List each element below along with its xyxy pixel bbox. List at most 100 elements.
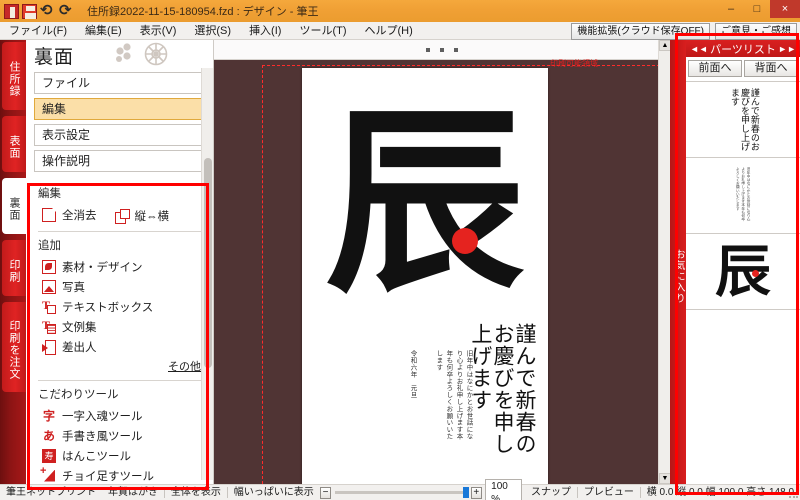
document-icon[interactable]: [4, 3, 19, 19]
close-button[interactable]: ×: [770, 0, 800, 18]
menu-right-buttons: 機能拡張(クラウド保存OFF) ご意見・ご感想: [571, 23, 797, 40]
parts-list-panel: ◄◄ パーツリスト ►► 前面へ 背面へ 謹んで新春のお慶びを申し上げます 旧年…: [686, 40, 800, 484]
menu-select[interactable]: 選択(S): [185, 22, 240, 40]
handle-dot-icon: [440, 47, 444, 52]
resize-grip-icon[interactable]: [788, 489, 798, 499]
bring-to-front-button[interactable]: 前面へ: [688, 60, 742, 77]
tool-label: 一字入魂ツール: [62, 410, 143, 423]
list-item[interactable]: 謹んで新春のお慶びを申し上げます: [686, 82, 800, 158]
rail-tab-front-side[interactable]: 表面: [2, 116, 26, 172]
tool-label: 文例集: [62, 321, 97, 334]
tool-text-samples[interactable]: 文例集: [42, 317, 203, 336]
maximize-button[interactable]: □: [744, 0, 770, 18]
nav-file[interactable]: ファイル: [34, 72, 205, 94]
tool-material-design[interactable]: 素材・デザイン: [42, 257, 203, 276]
date-text[interactable]: 令和六年 元旦: [408, 350, 418, 420]
menu-insert[interactable]: 挿入(I): [240, 22, 290, 40]
canvas-vertical-scrollbar[interactable]: ▲ ▼: [658, 40, 671, 484]
snap-toggle[interactable]: スナップ: [525, 485, 577, 500]
left-panel-scroll-thumb[interactable]: [204, 158, 212, 368]
tool-label: 縦⇔横: [134, 210, 170, 223]
send-to-back-button[interactable]: 背面へ: [744, 60, 798, 77]
favorites-rail[interactable]: お気に入り: [670, 40, 686, 484]
handle-dot-icon: [454, 47, 458, 52]
tool-sender[interactable]: 差出人: [42, 337, 203, 356]
chevron-double-left-icon[interactable]: ◄◄: [690, 44, 708, 54]
tool-add-a-bit[interactable]: チョイ足すツール: [40, 465, 203, 485]
menu-view[interactable]: 表示(V): [131, 22, 186, 40]
part-preview-character: 辰: [715, 239, 771, 305]
zoom-level-value[interactable]: 100 %: [485, 478, 522, 500]
tool-label: チョイ足すツール: [62, 470, 154, 483]
greeting-text[interactable]: 謹んで新春のお慶びを申し上げます: [469, 323, 537, 473]
quick-access-toolbar: ⟲ ⟳: [0, 3, 75, 19]
tool-textbox[interactable]: テキストボックス: [42, 297, 203, 316]
mode-tab-rail: 住所録 表面 裏面 印刷 印刷を注文: [0, 40, 26, 500]
parts-list[interactable]: 謹んで新春のお慶びを申し上げます 旧年中はなにかとお世話になり心よりお礼申し上げ…: [686, 81, 800, 484]
tool-stamp[interactable]: 寿 はんこツール: [42, 446, 203, 465]
nav-edit[interactable]: 編集: [34, 98, 205, 120]
zoom-slider-thumb[interactable]: [463, 487, 470, 498]
text-sample-icon: [42, 318, 56, 334]
divider: [38, 380, 203, 381]
status-netprint[interactable]: 筆王ネットプリント: [0, 485, 102, 500]
handle-dot-icon: [426, 47, 430, 52]
zoom-in-button[interactable]: +: [470, 486, 483, 499]
menu-help[interactable]: ヘルプ(H): [356, 22, 422, 40]
single-char-tool-icon: 字: [42, 408, 55, 423]
nav-instructions[interactable]: 操作説明: [34, 150, 205, 172]
zoom-slider[interactable]: [335, 487, 470, 498]
tool-single-char[interactable]: 字 一字入魂ツール: [42, 406, 203, 425]
big-character-art[interactable]: 辰: [302, 78, 548, 328]
status-paper-type[interactable]: 年賀はがき: [102, 485, 164, 500]
tool-label: 差出人: [62, 341, 97, 354]
part-preview-greeting: 謹んで新春のお慶びを申し上げます: [729, 88, 759, 151]
body-text[interactable]: 旧年中はなにかとお世話になり心よりお礼申し上げます本年も何卒よろしくお願いいたし…: [434, 350, 474, 446]
tool-erase-all[interactable]: 全消去: [42, 205, 97, 224]
edit-inline-tools: 全消去 縦⇔横: [42, 205, 203, 225]
preview-toggle[interactable]: プレビュー: [578, 485, 640, 500]
chevron-double-right-icon[interactable]: ►►: [778, 44, 796, 54]
stamp-tool-icon: 寿: [42, 448, 56, 463]
rail-tab-order-print[interactable]: 印刷を注文: [2, 302, 26, 392]
tool-flip-orientation[interactable]: 縦⇔横: [114, 206, 170, 225]
printable-area-top-guide: [262, 65, 670, 66]
canvas-toolbar: [214, 40, 670, 60]
divider: [38, 231, 203, 232]
design-canvas[interactable]: 印刷可能領域 辰 謹んで新春のお慶びを申し上げます 旧年中はなにかとお世話になり…: [214, 59, 670, 488]
tool-handwriting[interactable]: あ 手書き風ツール: [42, 426, 203, 445]
rail-tab-address-book[interactable]: 住所録: [2, 42, 26, 110]
sender-icon: [42, 339, 56, 355]
rail-tab-back-side[interactable]: 裏面: [2, 178, 26, 234]
list-item[interactable]: 辰: [686, 234, 800, 310]
menu-edit[interactable]: 編集(E): [76, 22, 131, 40]
rail-tab-print[interactable]: 印刷: [2, 240, 26, 296]
list-item[interactable]: [686, 310, 800, 430]
menu-tools[interactable]: ツール(T): [290, 22, 355, 40]
cloud-extension-button[interactable]: 機能拡張(クラウド保存OFF): [571, 23, 710, 40]
save-icon[interactable]: [22, 3, 37, 19]
red-sun-accent-icon: [452, 228, 478, 254]
minimize-button[interactable]: –: [718, 0, 744, 18]
tool-photo[interactable]: 写真: [42, 277, 203, 296]
application-window: ⟲ ⟳ 住所録2022-11-15-180954.fzd : デザイン - 筆王…: [0, 0, 800, 500]
more-options-link[interactable]: その他: [38, 358, 203, 374]
edit-section: 編集 全消去 縦⇔横 追加 素材・デザイン 写真 T テキストボックス T 文例…: [26, 176, 213, 485]
printable-area-label: 印刷可能領域: [550, 59, 598, 68]
erase-page-icon: [42, 207, 56, 222]
postcard-preview[interactable]: 辰 謹んで新春のお慶びを申し上げます 旧年中はなにかとお世話になり心よりお礼申し…: [302, 68, 548, 488]
undo-icon[interactable]: ⟲: [40, 3, 56, 19]
zoom-out-button[interactable]: −: [319, 486, 332, 499]
nav-display-settings[interactable]: 表示設定: [34, 124, 205, 146]
view-fit-whole[interactable]: 全体を表示: [165, 485, 227, 500]
printable-area-left-guide: [262, 65, 263, 484]
menu-file[interactable]: ファイル(F): [0, 22, 76, 40]
redo-icon[interactable]: ⟳: [59, 3, 75, 19]
plum-blossom-icon: [116, 42, 168, 66]
window-controls: – □ ×: [718, 0, 800, 22]
list-item[interactable]: 旧年中はなにかとお世話になり心よりお礼申し上げます本年も何卒よろしくお願いいたし…: [686, 158, 800, 234]
view-fit-width[interactable]: 幅いっぱいに表示: [228, 485, 320, 500]
feedback-button[interactable]: ご意見・ご感想: [715, 23, 797, 40]
left-panel-nav: ファイル 編集 表示設定 操作説明: [26, 68, 213, 172]
left-panel-scrollbar[interactable]: [201, 68, 213, 480]
